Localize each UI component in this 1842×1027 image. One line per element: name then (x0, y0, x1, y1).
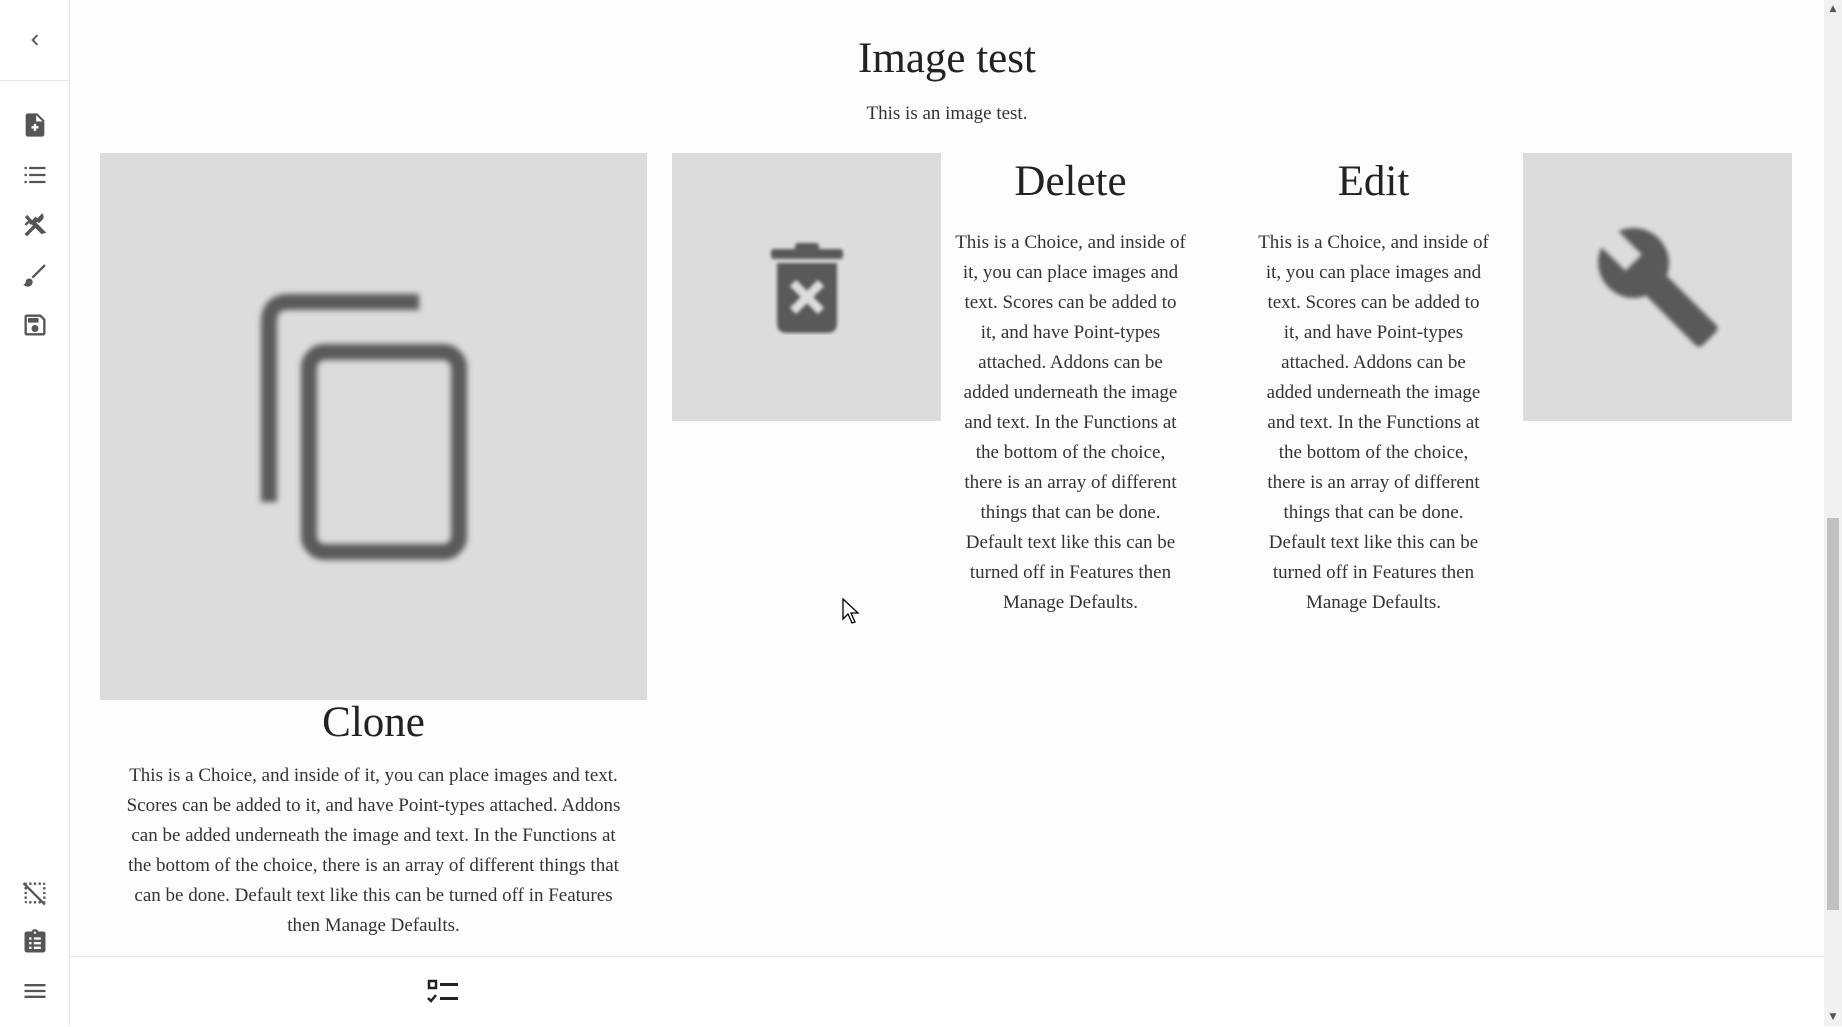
new-project-button[interactable] (17, 107, 53, 143)
brush-icon (23, 264, 46, 287)
mouse-cursor-icon (842, 598, 860, 624)
clipboard-button[interactable] (17, 924, 53, 960)
text-line: Default text like this can be (965, 532, 1176, 553)
text-line: the bottom of the choice, (1278, 442, 1469, 463)
text-line: can be done. Default text like this can … (134, 885, 613, 906)
tools-icon (24, 213, 47, 237)
menu-icon (24, 984, 46, 998)
text-line: it, you can place images and (962, 262, 1179, 283)
checklist-button[interactable] (425, 975, 461, 1011)
choice-text-delete: This is a Choice, and inside of it, you … (942, 228, 1199, 618)
choice-text-edit: This is a Choice, and inside of it, you … (1245, 228, 1502, 618)
choice-image-edit[interactable] (1523, 153, 1792, 421)
new-file-icon (25, 113, 45, 137)
text-line: Manage Defaults. (1305, 592, 1442, 613)
scroll-up-arrow-icon[interactable]: ▲ (1824, 0, 1842, 18)
back-button[interactable] (0, 0, 69, 81)
text-line: and text. In the Functions at (964, 412, 1177, 433)
choice-image-clone[interactable] (100, 153, 647, 700)
text-line: turned off in Features then (1272, 562, 1475, 583)
text-line: This is a Choice, and inside of (1258, 232, 1489, 253)
text-line: it, you can place images and (1265, 262, 1482, 283)
scroll-down-arrow-icon[interactable]: ▼ (1824, 1008, 1842, 1026)
delete-forever-icon (770, 243, 843, 333)
text-line: there is an array of different (964, 472, 1177, 493)
rows-list-button[interactable] (17, 157, 53, 193)
bottom-bar (70, 956, 1824, 1027)
text-line: added underneath the image (963, 382, 1178, 403)
selection-toggle-button[interactable] (17, 875, 53, 911)
text-line: text. Scores can be added to (964, 292, 1177, 313)
text-line: then Manage Defaults. (287, 915, 460, 936)
wrench-icon (1597, 227, 1718, 347)
text-line: Manage Defaults. (1002, 592, 1139, 613)
text-line: it, and have Point-types (1283, 322, 1464, 343)
choice-title-edit: Edit (1337, 158, 1410, 205)
features-button[interactable] (17, 207, 53, 243)
page-title: Image test (858, 35, 1036, 82)
text-line: things that can be done. (980, 502, 1161, 523)
text-line: the bottom of the choice, (975, 442, 1166, 463)
main-content: Image test This is an image test. Clone … (70, 0, 1824, 956)
text-line: Default text like this can be (1268, 532, 1479, 553)
vertical-scrollbar[interactable]: ▲ ▼ (1824, 0, 1842, 1026)
menu-button[interactable] (17, 973, 53, 1009)
text-line: turned off in Features then (969, 562, 1172, 583)
scrollbar-thumb[interactable] (1827, 518, 1839, 910)
chevron-left-icon (30, 34, 38, 46)
choice-title-delete: Delete (1014, 158, 1127, 205)
save-button[interactable] (17, 307, 53, 343)
selection-off-icon (22, 882, 46, 906)
checklist-icon (427, 979, 458, 1003)
clipboard-icon (24, 929, 46, 953)
text-line: This is a Choice, and inside of (955, 232, 1186, 253)
text-line: there is an array of different (1267, 472, 1480, 493)
save-icon (24, 314, 46, 336)
text-line: attached. Addons can be (1281, 352, 1466, 373)
choice-text-clone: This is a Choice, and inside of it, you … (100, 761, 647, 941)
sidebar (0, 0, 70, 1026)
text-line: the bottom of the choice, there is an ar… (128, 855, 619, 876)
choice-image-delete[interactable] (672, 153, 941, 421)
list-icon (24, 166, 46, 184)
text-line: things that can be done. (1283, 502, 1464, 523)
design-button[interactable] (17, 257, 53, 293)
page-subtitle: This is an image test. (866, 103, 1028, 124)
choice-title-clone: Clone (322, 699, 425, 746)
text-line: it, and have Point-types (980, 322, 1161, 343)
text-line: added underneath the image (1266, 382, 1481, 403)
text-line: text. Scores can be added to (1267, 292, 1480, 313)
text-line: and text. In the Functions at (1267, 412, 1480, 433)
text-line: attached. Addons can be (978, 352, 1163, 373)
text-line: This is a Choice, and inside of it, you … (129, 765, 618, 786)
text-line: can be added underneath the image and te… (131, 825, 616, 846)
text-line: Scores can be added to it, and have Poin… (126, 795, 621, 816)
copy-icon (260, 293, 467, 560)
